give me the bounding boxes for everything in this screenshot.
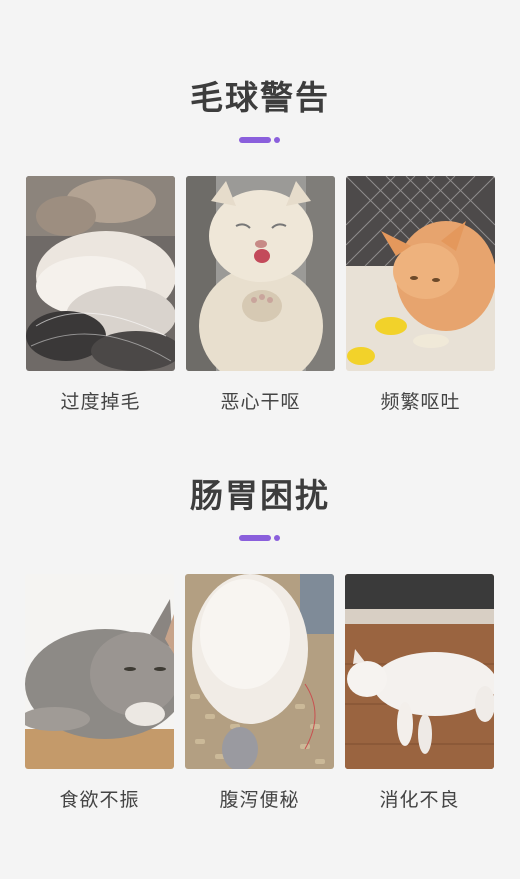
card-grid: 过度掉毛 恶心干呕 频繁呕吐: [26, 176, 496, 416]
title-divider: [239, 535, 283, 541]
section-hairball-warning: 毛球警告 过度掉毛 恶心干呕 频繁呕吐: [0, 76, 520, 413]
section-title: 肠胃困扰: [190, 476, 330, 515]
card-nausea-retching[interactable]: 恶心干呕: [186, 176, 335, 414]
section-title: 毛球警告: [190, 78, 330, 117]
shed-fur-clump-photo: [26, 176, 175, 371]
lethargic-grey-cat-photo: [25, 574, 174, 769]
white-cat-lying-photo: [345, 574, 494, 769]
retching-white-cat-photo: [186, 176, 335, 371]
card-caption: 消化不良: [379, 789, 460, 811]
card-caption: 恶心干呕: [220, 391, 301, 413]
card-indigestion[interactable]: 消化不良: [345, 574, 494, 812]
cat-in-litter-photo: [185, 574, 334, 769]
card-loss-of-appetite[interactable]: 食欲不振: [25, 574, 174, 812]
title-divider: [239, 137, 283, 143]
card-caption: 腹泻便秘: [219, 789, 300, 811]
card-excessive-shedding[interactable]: 过度掉毛: [26, 176, 175, 414]
card-grid: 食欲不振 腹泻便秘 消化不良: [25, 574, 495, 814]
card-frequent-vomiting[interactable]: 频繁呕吐: [346, 176, 495, 414]
section-gastrointestinal-troubles: 肠胃困扰 食欲不振 腹泻便秘 消化不良: [0, 474, 520, 811]
card-diarrhea-constipation[interactable]: 腹泻便秘: [185, 574, 334, 812]
card-caption: 过度掉毛: [60, 391, 141, 413]
card-caption: 食欲不振: [59, 789, 140, 811]
vomiting-orange-cat-photo: [346, 176, 495, 371]
card-caption: 频繁呕吐: [380, 391, 461, 413]
